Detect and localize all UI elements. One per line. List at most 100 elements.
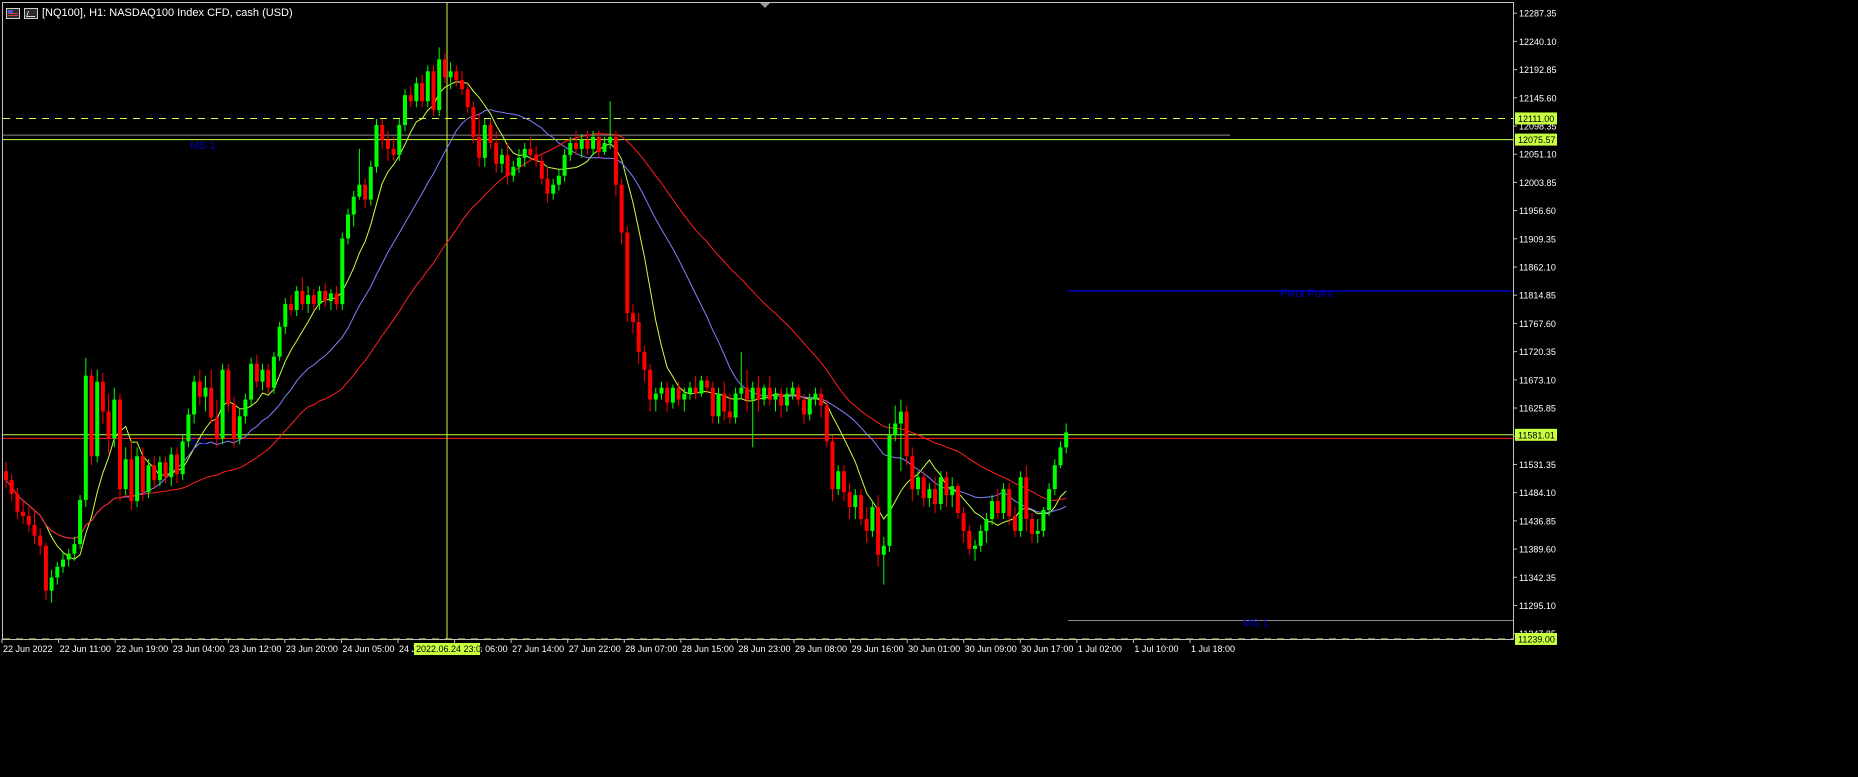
candle-body <box>152 465 157 481</box>
candle-body <box>363 184 368 200</box>
candle-body <box>1035 530 1040 534</box>
symbol-flag-icon[interactable] <box>6 7 20 19</box>
time-tick-label: 27 Jun 14:00 <box>512 644 564 654</box>
candle-body <box>779 393 784 406</box>
price-tick-label: 11389.60 <box>1519 545 1556 555</box>
candle-body <box>175 454 179 475</box>
candle-body <box>950 486 955 496</box>
candle-body <box>916 477 920 490</box>
price-axis[interactable]: 12287.3512240.1012192.8512145.6012098.35… <box>1513 9 1557 640</box>
candle-body <box>682 393 687 400</box>
candle-body <box>716 393 721 417</box>
candle-body <box>602 142 607 152</box>
time-tick-label: 1 Jul 02:00 <box>1078 644 1122 654</box>
time-tick-label: 23 Jun 04:00 <box>173 644 225 654</box>
candle-body <box>1030 518 1034 534</box>
time-tick-label: 29 Jun 08:00 <box>795 644 847 654</box>
candle-body <box>847 492 852 508</box>
candle-body <box>978 530 983 546</box>
price-badge: 12111.00 <box>1518 114 1554 124</box>
time-tick-label: 27 Jun 22:00 <box>569 644 621 654</box>
candle-body <box>591 136 596 149</box>
candle-body <box>648 369 653 400</box>
candle-body <box>21 511 26 516</box>
candle-body <box>773 393 778 400</box>
candle-body <box>471 107 476 137</box>
candle-body <box>955 486 960 514</box>
chart-title: [NQ100], H1: NASDAQ100 Index CFD, cash (… <box>42 7 293 19</box>
candle-body <box>705 380 710 388</box>
candle-body <box>38 535 43 546</box>
candle-body <box>898 411 903 424</box>
candle-body <box>140 456 145 493</box>
candle-body <box>824 405 829 442</box>
candle-body <box>357 184 362 197</box>
candle-body <box>294 290 299 311</box>
candle-body <box>460 80 464 90</box>
chart-header: [NQ100], H1: NASDAQ100 Index CFD, cash (… <box>6 5 293 21</box>
candle-body <box>933 489 938 505</box>
price-tick-label: 11673.10 <box>1519 375 1556 385</box>
candle-body <box>237 416 242 439</box>
candle-body <box>368 166 373 200</box>
candle-body <box>61 559 65 567</box>
candle-body <box>391 148 396 155</box>
candle-body <box>123 459 128 490</box>
time-tick-label: 23 Jun 20:00 <box>286 644 338 654</box>
candle-body <box>870 507 875 531</box>
candle-body <box>232 404 236 439</box>
candle-body <box>596 136 601 152</box>
candle-body <box>482 125 487 158</box>
candle-body <box>973 545 977 549</box>
price-tick-label: 12145.60 <box>1519 93 1557 103</box>
candle-body <box>306 295 311 305</box>
candle-body <box>967 530 972 549</box>
candle-body <box>688 387 692 394</box>
candle-body <box>146 465 151 493</box>
candle-body <box>528 148 533 155</box>
candle-body <box>209 387 214 418</box>
candle-body <box>841 471 846 493</box>
time-tick-label: 30 Jun 01:00 <box>908 644 960 654</box>
candle-body <box>95 381 100 457</box>
candle-body <box>938 477 943 505</box>
candle-body <box>921 477 926 499</box>
candle-body <box>881 545 886 555</box>
candle-body <box>66 553 71 560</box>
candle-body <box>631 313 635 322</box>
candle-body <box>836 471 841 490</box>
candle-body <box>32 524 37 536</box>
price-badge: 11239.00 <box>1518 634 1555 644</box>
candle-body <box>790 387 795 394</box>
candle-body <box>813 393 818 400</box>
candle-body <box>465 89 470 108</box>
candle-body <box>568 142 573 155</box>
candle-body <box>420 83 425 102</box>
chart-background <box>0 0 1858 777</box>
candle-body <box>260 369 265 382</box>
candle-body <box>625 232 630 314</box>
candle-body <box>670 387 675 403</box>
candle-body <box>385 139 390 149</box>
level-label: S 1 <box>190 435 207 447</box>
price-tick-label: 11956.60 <box>1519 206 1556 216</box>
time-tick-label: 1 Jul 10:00 <box>1134 644 1178 654</box>
time-tick-label: 28 Jun 07:00 <box>625 644 677 654</box>
price-chart[interactable]: 12287.3512240.1012192.8512145.6012098.35… <box>0 0 1858 777</box>
candle-body <box>1058 447 1063 466</box>
candle-body <box>887 435 892 546</box>
candle-body <box>214 417 219 439</box>
time-tick-label: 22 Jun 2022 <box>3 644 53 654</box>
candle-body <box>699 380 704 394</box>
price-badge: 11581.01 <box>1518 430 1555 440</box>
candle-body <box>408 95 413 102</box>
candle-body <box>893 423 898 436</box>
candle-body <box>192 381 197 415</box>
candle-body <box>910 456 915 490</box>
candle-body <box>807 399 812 415</box>
candle-body <box>448 71 453 78</box>
chart-type-icon[interactable] <box>24 7 38 19</box>
candle-body <box>414 83 419 102</box>
candle-body <box>289 304 293 311</box>
candle-body <box>522 148 527 158</box>
